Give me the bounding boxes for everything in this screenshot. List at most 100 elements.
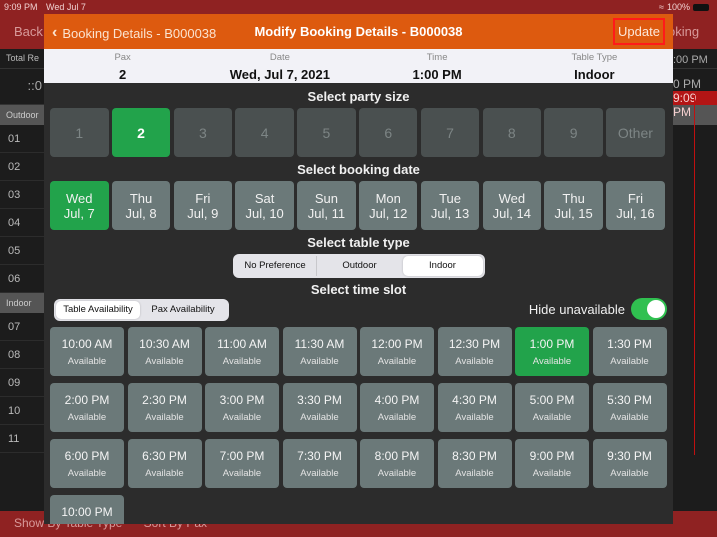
- party-size-button[interactable]: 4: [235, 108, 294, 157]
- timeline-time: 0 PM: [673, 77, 702, 91]
- table-row-label[interactable]: 08: [0, 341, 44, 369]
- time-slot-button[interactable]: 10:00 AM Available: [50, 327, 124, 376]
- date-day: Mon: [375, 190, 401, 206]
- date-button[interactable]: Fri Jul, 16: [606, 181, 665, 230]
- time-slot-button[interactable]: 3:30 PM Available: [282, 383, 357, 432]
- background-back-button[interactable]: Back: [14, 24, 43, 39]
- time-slot-button[interactable]: 4:00 PM Available: [360, 383, 434, 432]
- time-slot-status: Available: [68, 524, 106, 525]
- time-slot-time: 10:30 AM: [139, 336, 190, 351]
- time-slot-status: Available: [300, 467, 339, 479]
- date-button[interactable]: Fri Jul, 9: [173, 181, 233, 230]
- booking-date-selector: Wed Jul, 7 Thu Jul, 8 Fri Jul, 9 Sat Jul, 10 Sun…: [44, 181, 673, 230]
- table-row-label[interactable]: 07: [0, 313, 44, 341]
- time-slot-button[interactable]: 3:00 PM Available: [205, 383, 279, 432]
- back-label: Booking Details - B000038: [62, 25, 217, 41]
- time-slot-button[interactable]: 4:30 PM Available: [437, 383, 512, 432]
- time-slot-button[interactable]: 9:00 PM Available: [515, 439, 589, 488]
- party-size-button[interactable]: 7: [420, 108, 480, 157]
- time-slot-button[interactable]: 2:00 PM Available: [50, 383, 124, 432]
- time-slot-status: Available: [377, 467, 417, 479]
- party-size-button[interactable]: 9: [544, 108, 603, 157]
- date-value: Jul, 13: [430, 205, 470, 221]
- time-slot-button[interactable]: 10:30 AM Available: [127, 327, 202, 376]
- battery-percent: 100%: [666, 2, 690, 12]
- table-row-label[interactable]: 11: [0, 425, 44, 453]
- date-button[interactable]: Wed Jul, 14: [482, 181, 542, 230]
- summary-label: Time: [426, 52, 448, 63]
- time-slot-button[interactable]: 7:00 PM Available: [205, 439, 279, 488]
- date-button[interactable]: Wed Jul, 7: [50, 181, 109, 230]
- time-slot-button[interactable]: 11:30 AM Available: [282, 327, 357, 376]
- time-slot-button[interactable]: 7:30 PM Available: [282, 439, 357, 488]
- time-slot-button[interactable]: 2:30 PM Available: [127, 383, 202, 432]
- time-slot-button[interactable]: 1:00 PM Available: [515, 327, 589, 376]
- date-day: Tue: [439, 190, 461, 206]
- table-type-option[interactable]: Outdoor: [317, 256, 403, 276]
- time-slot-time: 1:00 PM: [529, 336, 575, 351]
- update-button[interactable]: Update: [613, 18, 665, 45]
- table-type-option[interactable]: No Preference: [235, 256, 317, 276]
- time-slot-status: Available: [222, 355, 262, 367]
- party-size-button[interactable]: 5: [297, 108, 356, 157]
- time-slot-button[interactable]: 12:00 PM Available: [360, 327, 434, 376]
- time-slot-time: 7:00 PM: [219, 448, 265, 463]
- time-slot-button[interactable]: 5:00 PM Available: [515, 383, 589, 432]
- toggle-knob: [647, 300, 665, 318]
- current-time-marker: 9:09 PM: [673, 91, 717, 119]
- time-slot-button[interactable]: 12:30 PM Available: [437, 327, 512, 376]
- summary-item: Table Type Indoor: [516, 49, 673, 83]
- date-button[interactable]: Thu Jul, 8: [111, 181, 171, 230]
- table-row-label[interactable]: 09: [0, 369, 44, 397]
- time-slot-button[interactable]: 9:30 PM Available: [592, 439, 667, 488]
- date-button[interactable]: Thu Jul, 15: [544, 181, 603, 230]
- hide-unavailable-toggle[interactable]: [631, 298, 667, 320]
- time-slot-button[interactable]: 8:00 PM Available: [360, 439, 434, 488]
- time-slot-time: 9:00 PM: [529, 448, 575, 463]
- table-type-heading: Select table type: [307, 235, 410, 250]
- table-row-label[interactable]: 05: [0, 237, 44, 265]
- table-row-label[interactable]: 04: [0, 209, 44, 237]
- time-slot-status: Available: [610, 467, 649, 479]
- time-slot-button[interactable]: 10:00 PM Available: [50, 495, 124, 524]
- back-button[interactable]: ‹ Booking Details - B000038: [52, 24, 216, 42]
- time-slot-time: 2:30 PM: [142, 392, 187, 407]
- availability-tab[interactable]: Table Availability: [56, 301, 140, 319]
- table-row-label[interactable]: 06: [0, 265, 44, 293]
- table-row-label[interactable]: 02: [0, 153, 44, 181]
- availability-tab[interactable]: Pax Availability: [140, 301, 226, 319]
- time-slot-status: Available: [300, 411, 339, 423]
- date-button[interactable]: Sat Jul, 10: [235, 181, 294, 230]
- time-slot-time: 6:30 PM: [142, 448, 187, 463]
- table-row-label[interactable]: 01: [0, 125, 44, 153]
- time-slot-button[interactable]: 6:00 PM Available: [50, 439, 124, 488]
- party-size-button[interactable]: 3: [173, 108, 233, 157]
- date-button[interactable]: Sun Jul, 11: [297, 181, 356, 230]
- party-size-button[interactable]: 1: [50, 108, 109, 157]
- time-slot-status: Available: [455, 467, 494, 479]
- party-size-button[interactable]: 2: [111, 108, 171, 157]
- time-slot-grid: 10:00 AM Available 10:30 AM Available 11:00 …: [44, 327, 673, 524]
- time-slot-button[interactable]: 6:30 PM Available: [127, 439, 202, 488]
- time-slot-button[interactable]: 5:30 PM Available: [592, 383, 667, 432]
- time-slot-button[interactable]: 1:30 PM Available: [592, 327, 667, 376]
- party-size-button[interactable]: 6: [358, 108, 418, 157]
- date-button[interactable]: Tue Jul, 13: [420, 181, 480, 230]
- date-button[interactable]: Mon Jul, 12: [358, 181, 418, 230]
- party-size-button[interactable]: 8: [482, 108, 542, 157]
- table-type-option[interactable]: Indoor: [402, 256, 483, 276]
- time-slot-button[interactable]: 11:00 AM Available: [205, 327, 279, 376]
- hide-unavailable-label: Hide unavailable: [528, 301, 625, 317]
- table-row-label[interactable]: 10: [0, 397, 44, 425]
- summary-value: 2: [119, 67, 127, 82]
- party-size-button[interactable]: Other: [606, 108, 665, 157]
- time-slot-status: Available: [610, 355, 649, 367]
- time-slot-time: 6:00 PM: [64, 448, 110, 463]
- table-row-label[interactable]: 03: [0, 181, 44, 209]
- time-slot-time: 9:30 PM: [607, 448, 652, 463]
- time-slot-time: 11:00 AM: [217, 336, 267, 351]
- time-slot-status: Available: [67, 411, 107, 423]
- time-slot-time: 8:30 PM: [452, 448, 497, 463]
- time-slot-button[interactable]: 8:30 PM Available: [437, 439, 512, 488]
- date-day: Wed: [498, 190, 526, 206]
